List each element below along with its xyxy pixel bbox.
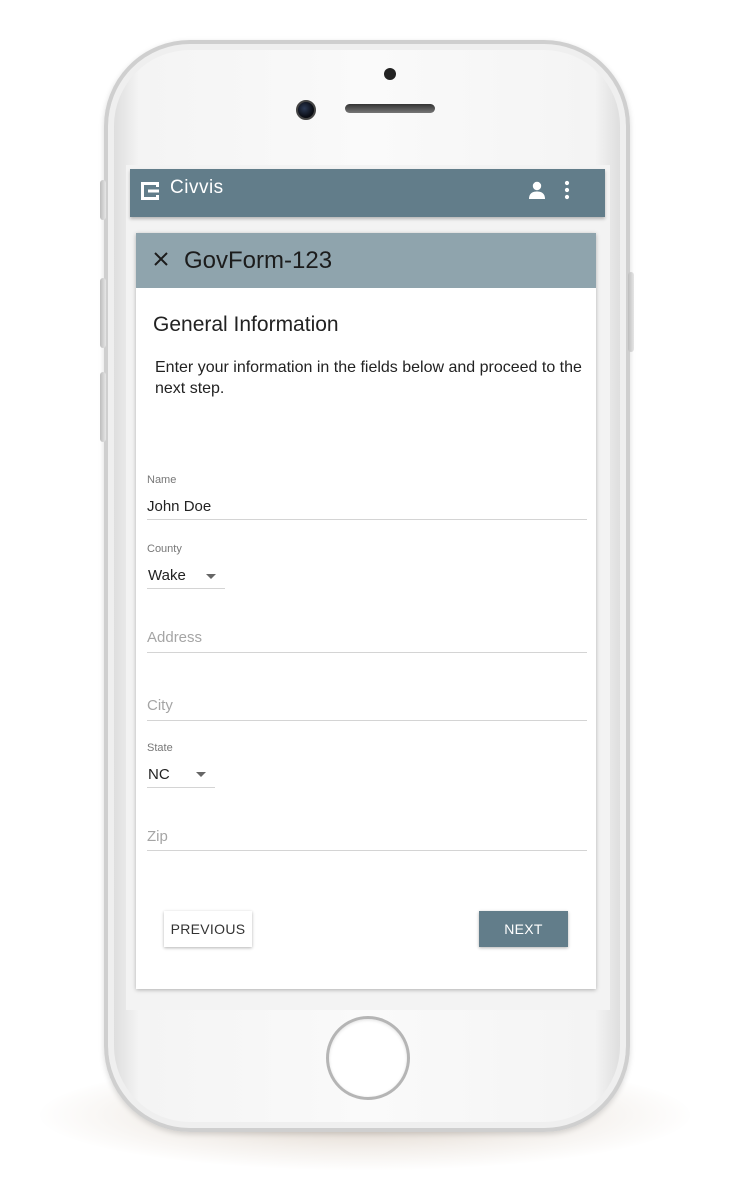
name-underline xyxy=(147,519,587,520)
name-field[interactable]: Name John Doe xyxy=(147,473,587,521)
app-bar: Civvis xyxy=(130,169,605,217)
section-title: General Information xyxy=(153,313,339,336)
county-label: County xyxy=(147,543,182,555)
name-value: John Doe xyxy=(147,498,212,515)
address-underline xyxy=(147,652,587,653)
state-label: State xyxy=(147,742,173,754)
caret-down-icon xyxy=(206,574,216,579)
zip-input[interactable]: Zip xyxy=(147,822,587,858)
side-button-mute xyxy=(100,180,106,220)
earpiece-speaker xyxy=(345,104,435,113)
city-input[interactable]: City xyxy=(147,691,587,727)
user-icon[interactable] xyxy=(528,181,546,199)
zip-underline xyxy=(147,850,587,851)
zip-placeholder: Zip xyxy=(147,828,168,845)
state-underline xyxy=(147,787,215,788)
front-camera xyxy=(296,100,316,120)
home-button[interactable] xyxy=(326,1016,410,1100)
address-input[interactable]: Address xyxy=(147,623,587,659)
state-value: NC xyxy=(148,766,170,783)
stage: Civvis GovForm-123 General Information E… xyxy=(0,0,730,1198)
county-value: Wake xyxy=(148,567,186,584)
caret-down-icon xyxy=(196,772,206,777)
previous-button[interactable]: PREVIOUS xyxy=(164,911,252,947)
state-select[interactable]: State NC xyxy=(147,740,215,790)
app-name: Civvis xyxy=(170,177,224,198)
name-label: Name xyxy=(147,474,177,486)
form-title: GovForm-123 xyxy=(184,247,333,274)
county-select[interactable]: County Wake xyxy=(147,541,225,591)
phone-screen: Civvis GovForm-123 General Information E… xyxy=(126,165,610,1010)
form-card: GovForm-123 General Information Enter yo… xyxy=(136,233,596,989)
section-description: Enter your information in the fields bel… xyxy=(155,359,582,397)
next-button[interactable]: NEXT xyxy=(479,911,568,947)
address-placeholder: Address xyxy=(147,629,203,646)
civvis-logo-icon[interactable] xyxy=(139,180,161,202)
county-underline xyxy=(147,588,225,589)
side-button-volume-up xyxy=(100,278,106,348)
more-vert-icon[interactable] xyxy=(564,180,570,200)
side-button-volume-down xyxy=(100,372,106,442)
city-placeholder: City xyxy=(147,697,173,714)
close-icon[interactable] xyxy=(153,251,169,267)
form-header: GovForm-123 xyxy=(136,233,596,288)
city-underline xyxy=(147,720,587,721)
side-button-power xyxy=(628,272,634,352)
front-sensor xyxy=(384,68,396,80)
